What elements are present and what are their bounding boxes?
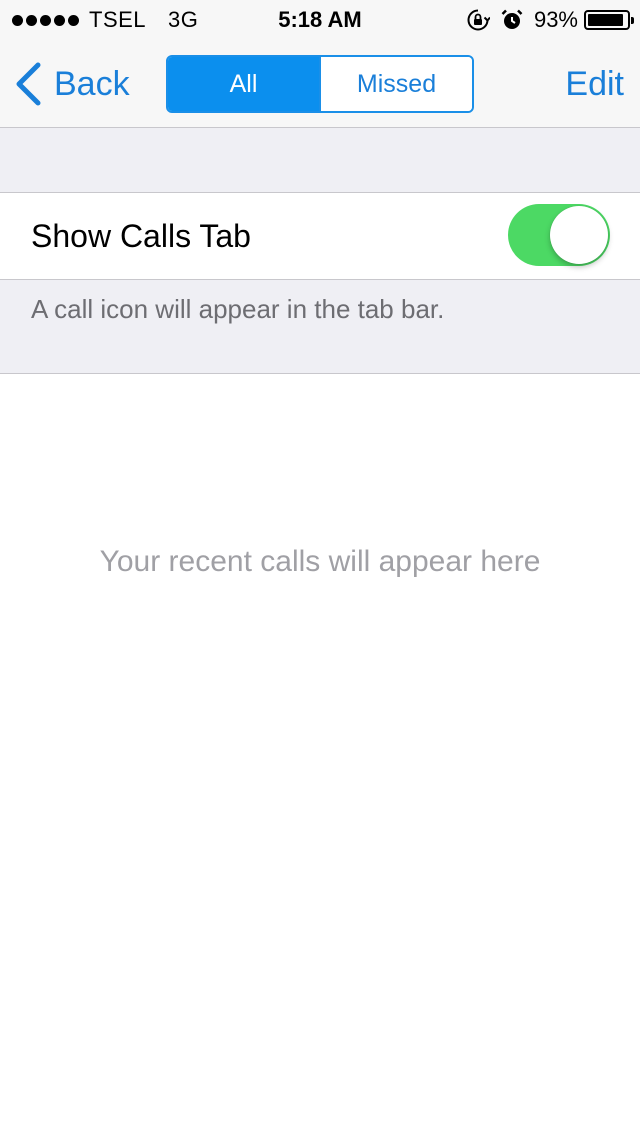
section-header-spacer [0,128,640,193]
call-filter-segmented-control: All Missed [166,55,474,113]
segment-all[interactable]: All [168,57,319,111]
battery-percentage: 93% [533,7,578,32]
segment-missed[interactable]: Missed [319,57,472,111]
battery-icon [584,10,634,30]
show-calls-tab-label: Show Calls Tab [31,218,251,254]
back-button[interactable]: Back [14,60,130,108]
toggle-knob [550,206,608,264]
status-bar: TSEL 3G 5:18 AM 93% [0,0,640,40]
battery-fill [588,14,624,26]
empty-state-message: Your recent calls will appear here [99,545,541,578]
navigation-bar: Back All Missed Edit [0,40,640,128]
section-footer: A call icon will appear in the tab bar. [0,280,640,374]
rotation-lock-icon [467,9,490,31]
show-calls-tab-row: Show Calls Tab [0,193,640,280]
alarm-icon [501,9,523,29]
show-calls-tab-toggle[interactable] [508,204,610,266]
chevron-left-icon [16,62,41,106]
status-right: 93% [466,6,634,34]
back-label: Back [54,64,130,103]
section-footer-text: A call icon will appear in the tab bar. [31,294,445,324]
edit-button[interactable]: Edit [565,60,624,108]
